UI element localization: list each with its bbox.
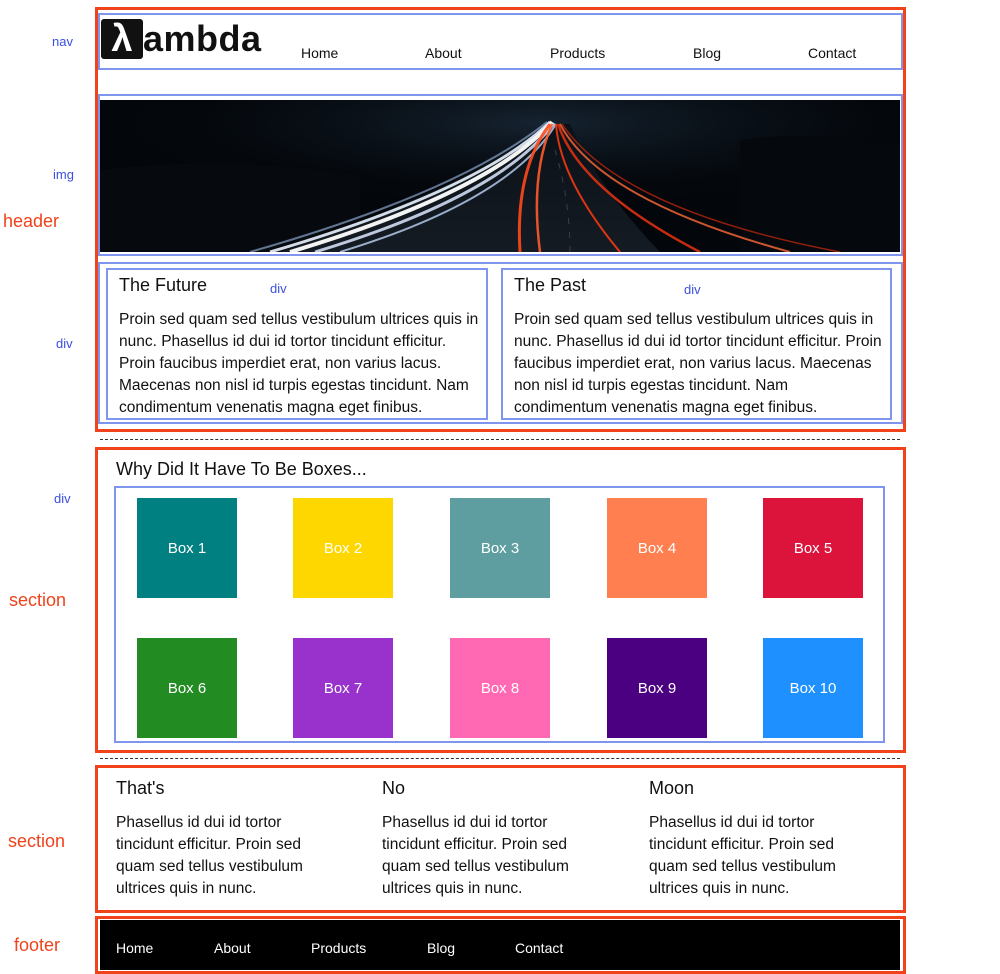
box-9: Box 9 bbox=[607, 638, 707, 738]
annotation-label-footer: footer bbox=[14, 935, 61, 955]
footer-link-about[interactable]: About bbox=[214, 940, 251, 956]
box-label: Box 8 bbox=[480, 679, 520, 697]
box-label: Box 7 bbox=[323, 679, 363, 697]
section-divider bbox=[100, 439, 900, 440]
section-divider-2 bbox=[100, 758, 900, 759]
box-label: Box 1 bbox=[167, 539, 207, 557]
text-column-2-title: No bbox=[382, 778, 406, 798]
nav-link-contact[interactable]: Contact bbox=[808, 45, 856, 61]
brand-logo[interactable]: λ ambda bbox=[101, 19, 262, 59]
box-label: Box 2 bbox=[323, 539, 363, 557]
box-label: Box 4 bbox=[637, 539, 677, 557]
nav-link-home[interactable]: Home bbox=[301, 45, 338, 61]
box-2: Box 2 bbox=[293, 498, 393, 598]
box-label: Box 5 bbox=[793, 539, 833, 557]
box-6: Box 6 bbox=[137, 638, 237, 738]
annotation-label-img: img bbox=[53, 167, 74, 182]
text-column-3-title: Moon bbox=[649, 778, 695, 798]
box-label: Box 10 bbox=[789, 679, 837, 697]
text-column-3-body: Phasellus id dui id tortor tincidunt eff… bbox=[649, 814, 836, 897]
lambda-icon: λ bbox=[101, 19, 143, 59]
annotation-label-header: header bbox=[3, 211, 60, 231]
annotation-label-nav: nav bbox=[52, 34, 73, 49]
box-label: Box 6 bbox=[167, 679, 207, 697]
box-1: Box 1 bbox=[137, 498, 237, 598]
footer-link-home[interactable]: Home bbox=[116, 940, 153, 956]
box-10: Box 10 bbox=[763, 638, 863, 738]
brand-name: ambda bbox=[143, 18, 262, 59]
footer-link-contact[interactable]: Contact bbox=[515, 940, 563, 956]
box-4: Box 4 bbox=[607, 498, 707, 598]
box-label: Box 3 bbox=[480, 539, 520, 557]
annotation-label-col1-div: div bbox=[270, 281, 287, 296]
boxes-section-title: Why Did It Have To Be Boxes... bbox=[116, 459, 367, 479]
annotation-label-section-2: section bbox=[8, 831, 66, 851]
box-3: Box 3 bbox=[450, 498, 550, 598]
box-8: Box 8 bbox=[450, 638, 550, 738]
box-7: Box 7 bbox=[293, 638, 393, 738]
column-future-title: The Future bbox=[119, 275, 208, 295]
box-5: Box 5 bbox=[763, 498, 863, 598]
hero-image bbox=[100, 100, 900, 252]
box-label: Box 9 bbox=[637, 679, 677, 697]
light-trails-image bbox=[100, 100, 900, 252]
nav-link-about[interactable]: About bbox=[425, 45, 462, 61]
column-future-text: Proin sed quam sed tellus vestibulum ult… bbox=[119, 311, 479, 416]
annotation-label-col2-div: div bbox=[684, 282, 701, 297]
nav-link-products[interactable]: Products bbox=[550, 45, 605, 61]
text-column-2-body: Phasellus id dui id tortor tincidunt eff… bbox=[382, 814, 569, 897]
column-past-text: Proin sed quam sed tellus vestibulum ult… bbox=[514, 311, 882, 416]
column-past-title: The Past bbox=[514, 275, 587, 295]
text-column-1-body: Phasellus id dui id tortor tincidunt eff… bbox=[116, 814, 303, 897]
nav-link-blog[interactable]: Blog bbox=[693, 45, 721, 61]
annotation-label-div: div bbox=[56, 336, 73, 351]
text-column-1-title: That's bbox=[116, 778, 165, 798]
annotation-label-section: section bbox=[9, 590, 67, 610]
footer-link-blog[interactable]: Blog bbox=[427, 940, 455, 956]
footer-link-products[interactable]: Products bbox=[311, 940, 366, 956]
annotation-label-div-boxes: div bbox=[54, 491, 71, 506]
